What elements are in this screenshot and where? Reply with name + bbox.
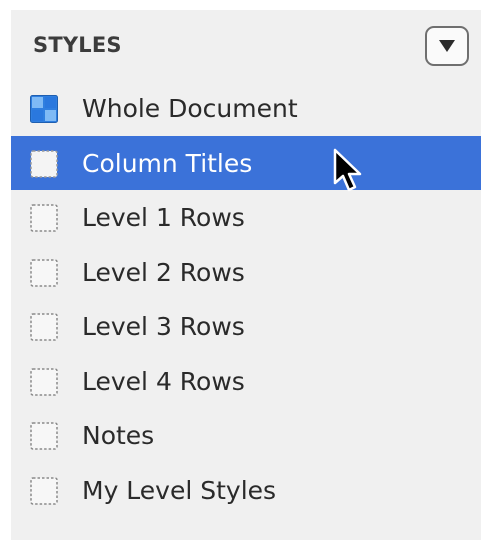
style-row-my-level-styles[interactable]: My Level Styles (11, 463, 481, 518)
styles-panel: STYLES Whole Document Column Titles Leve… (11, 10, 481, 540)
style-label: Whole Document (82, 94, 298, 123)
dashed-style-swatch-icon (30, 313, 58, 341)
style-row-whole-document[interactable]: Whole Document (11, 81, 481, 136)
triangle-down-icon (439, 40, 455, 52)
style-label: Level 2 Rows (82, 257, 245, 287)
style-row-level-4-rows[interactable]: Level 4 Rows (11, 354, 481, 409)
dashed-style-swatch-icon (30, 204, 58, 232)
dashed-style-swatch-icon (30, 149, 58, 178)
style-label: Level 3 Rows (82, 312, 245, 341)
style-label: Notes (82, 421, 155, 450)
style-label: Column Titles (82, 148, 253, 178)
style-label: Level 1 Rows (82, 203, 245, 232)
dashed-style-swatch-icon (30, 422, 58, 450)
style-row-level-1-rows[interactable]: Level 1 Rows (11, 190, 481, 245)
style-label: Level 4 Rows (82, 366, 245, 396)
styles-menu-button[interactable] (425, 26, 469, 66)
dashed-style-swatch-icon (30, 367, 58, 396)
style-row-level-2-rows[interactable]: Level 2 Rows (11, 245, 481, 300)
styles-title: STYLES (33, 33, 122, 57)
style-row-notes[interactable]: Notes (11, 408, 481, 463)
dashed-style-swatch-icon (30, 258, 58, 287)
styles-header: STYLES (11, 10, 481, 76)
style-row-level-3-rows[interactable]: Level 3 Rows (11, 299, 481, 354)
whole-document-style-icon (30, 95, 58, 123)
dashed-style-swatch-icon (30, 476, 58, 505)
style-row-column-titles[interactable]: Column Titles (11, 135, 481, 190)
style-label: My Level Styles (82, 475, 277, 505)
styles-list: Whole Document Column Titles Level 1 Row… (11, 81, 481, 517)
